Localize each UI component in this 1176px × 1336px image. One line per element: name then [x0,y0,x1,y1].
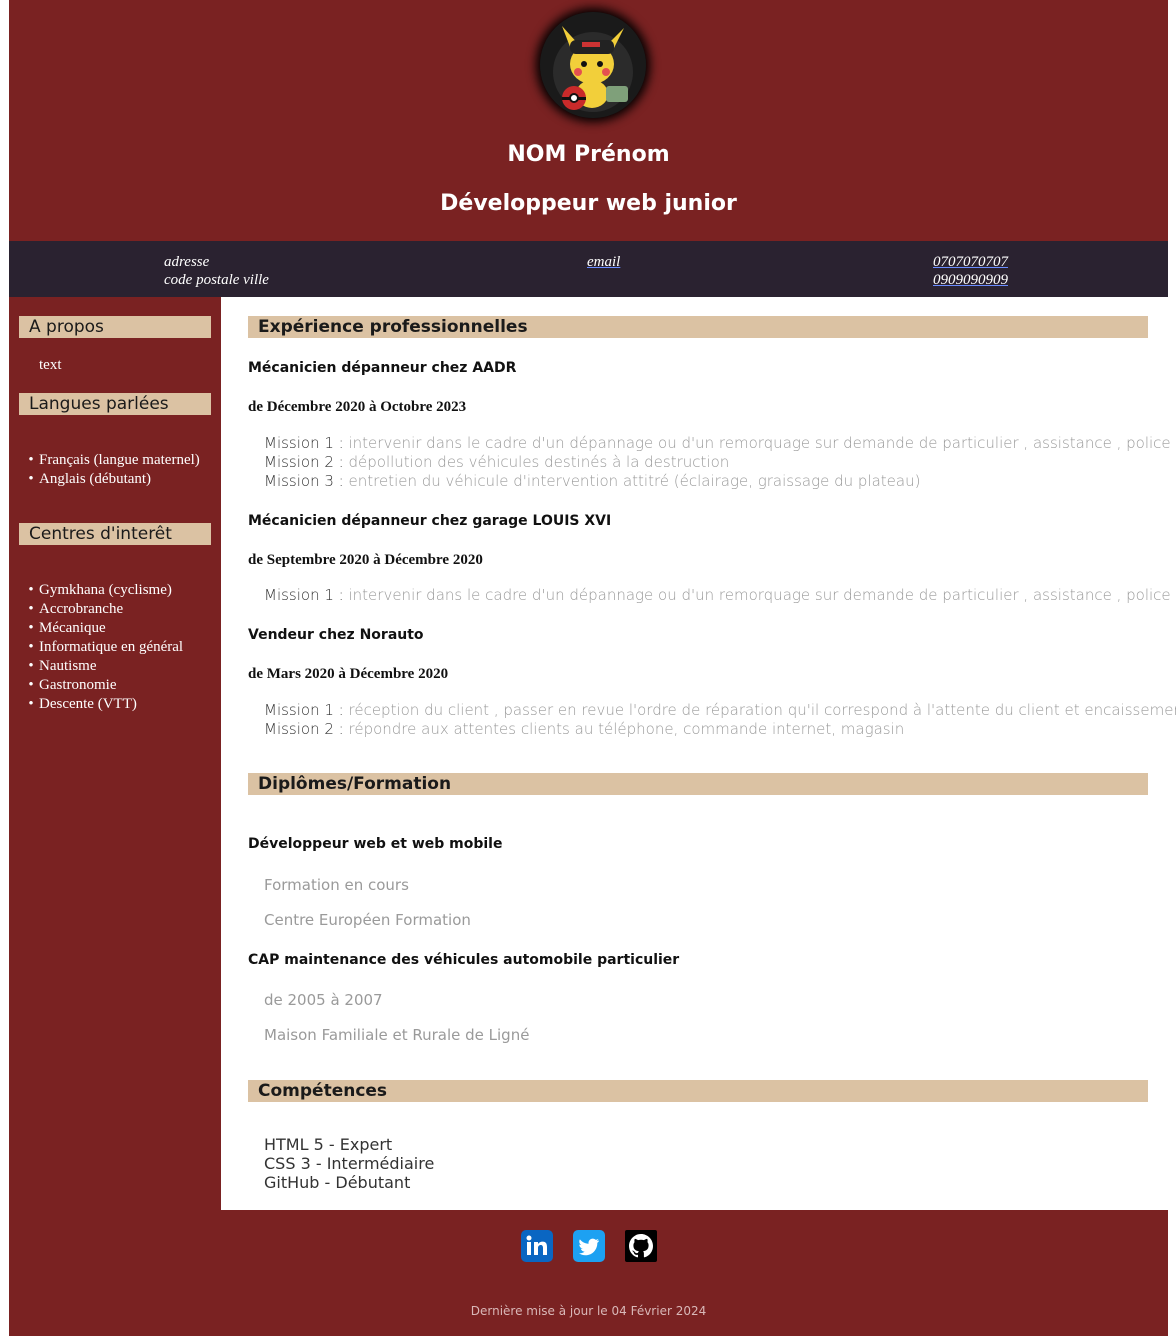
list-item: Gymkhana (cyclisme) [23,581,183,600]
mission-label: Mission 2 : [264,453,344,471]
resume-page: NOM Prénom Développeur web junior adress… [9,0,1176,1336]
pikachu-avatar-icon [540,12,646,118]
address-line2: code postale ville [164,272,269,288]
about-heading: A propos [19,316,211,338]
experience-heading: Expérience professionnelles [248,316,1148,338]
mission-label: Mission 2 : [264,720,344,738]
mission-item: Mission 1 : intervenir dans le cadre d'u… [264,434,1171,453]
mission-label: Mission 1 : [264,586,344,604]
job-title-3: Vendeur chez Norauto [248,627,424,643]
mission-text: entretien du véhicule d'intervention att… [343,472,921,490]
interests-heading: Centres d'interêt [19,523,211,545]
address-line1: adresse [164,254,210,270]
about-text: text [39,357,62,373]
skills-heading: Compétences [248,1080,1148,1102]
list-item: Anglais (débutant) [23,470,200,489]
degree-school-2: Maison Familiale et Rurale de Ligné [264,1026,530,1044]
last-updated: Dernière mise à jour le 04 Février 2024 [470,1304,707,1318]
twitter-icon[interactable] [573,1230,605,1262]
mission-text: intervenir dans le cadre d'un dépannage … [343,586,1171,604]
skill-item: CSS 3 - Intermédiaire [264,1154,435,1173]
languages-heading: Langues parlées [19,393,211,415]
mission-item: Mission 1 : intervenir dans le cadre d'u… [264,586,1171,605]
mission-text: dépollution des véhicules destinés à la … [343,453,730,471]
list-item: Français (langue maternel) [23,451,200,470]
header: NOM Prénom Développeur web junior [9,0,1168,241]
degree-status-1: Formation en cours [264,876,409,894]
mission-text: réception du client , passer en revue l'… [343,701,1176,719]
github-icon[interactable] [625,1230,657,1262]
main-content: Expérience professionnelles Mécanicien d… [221,297,1176,1210]
mission-text: intervenir dans le cadre d'un dépannage … [343,434,1171,452]
degree-title-1: Développeur web et web mobile [248,836,503,852]
missions-list-2: Mission 1 : intervenir dans le cadre d'u… [264,586,1171,605]
job-dates-3: de Mars 2020 à Décembre 2020 [248,666,449,682]
list-item: Accrobranche [23,600,183,619]
mission-item: Mission 2 : dépollution des véhicules de… [264,453,1171,472]
job-dates-2: de Septembre 2020 à Décembre 2020 [248,552,483,568]
mission-label: Mission 1 : [264,434,344,452]
list-item: Nautisme [23,657,183,676]
degree-title-2: CAP maintenance des véhicules automobile… [248,952,680,968]
list-item: Descente (VTT) [23,695,183,714]
mission-text: répondre aux attentes clients au télépho… [343,720,905,738]
missions-list-1: Mission 1 : intervenir dans le cadre d'u… [264,434,1171,491]
phone-link-1[interactable]: 0707070707 [933,254,1008,270]
degree-school-1: Centre Européen Formation [264,911,471,929]
mission-item: Mission 2 : répondre aux attentes client… [264,720,1176,739]
email-link[interactable]: email [587,254,620,270]
skill-item: HTML 5 - Expert [264,1135,393,1154]
full-name: NOM Prénom [507,142,670,167]
skills-list: HTML 5 - Expert CSS 3 - Intermédiaire Gi… [264,1135,434,1192]
job-title-1: Mécanicien dépanneur chez AADR [248,360,517,376]
job-dates-1: de Décembre 2020 à Octobre 2023 [248,399,467,415]
job-title-2: Mécanicien dépanneur chez garage LOUIS X… [248,513,612,529]
interests-list: Gymkhana (cyclisme) Accrobranche Mécaniq… [23,581,183,714]
education-heading: Diplômes/Formation [248,773,1148,795]
linkedin-icon[interactable] [521,1230,553,1262]
languages-list: Français (langue maternel) Anglais (débu… [23,451,200,489]
mission-label: Mission 3 : [264,472,344,490]
list-item: Informatique en général [23,638,183,657]
list-item: Mécanique [23,619,183,638]
missions-list-3: Mission 1 : réception du client , passer… [264,701,1176,739]
list-item: Gastronomie [23,676,183,695]
contact-bar: adresse code postale ville email 0707070… [9,241,1168,297]
mission-item: Mission 3 : entretien du véhicule d'inte… [264,472,1171,491]
job-title: Développeur web junior [440,191,737,216]
skill-item: GitHub - Débutant [264,1173,411,1192]
phone-link-2[interactable]: 0909090909 [933,272,1008,288]
mission-item: Mission 1 : réception du client , passer… [264,701,1176,720]
mission-label: Mission 1 : [264,701,344,719]
degree-dates-2: de 2005 à 2007 [264,991,383,1009]
